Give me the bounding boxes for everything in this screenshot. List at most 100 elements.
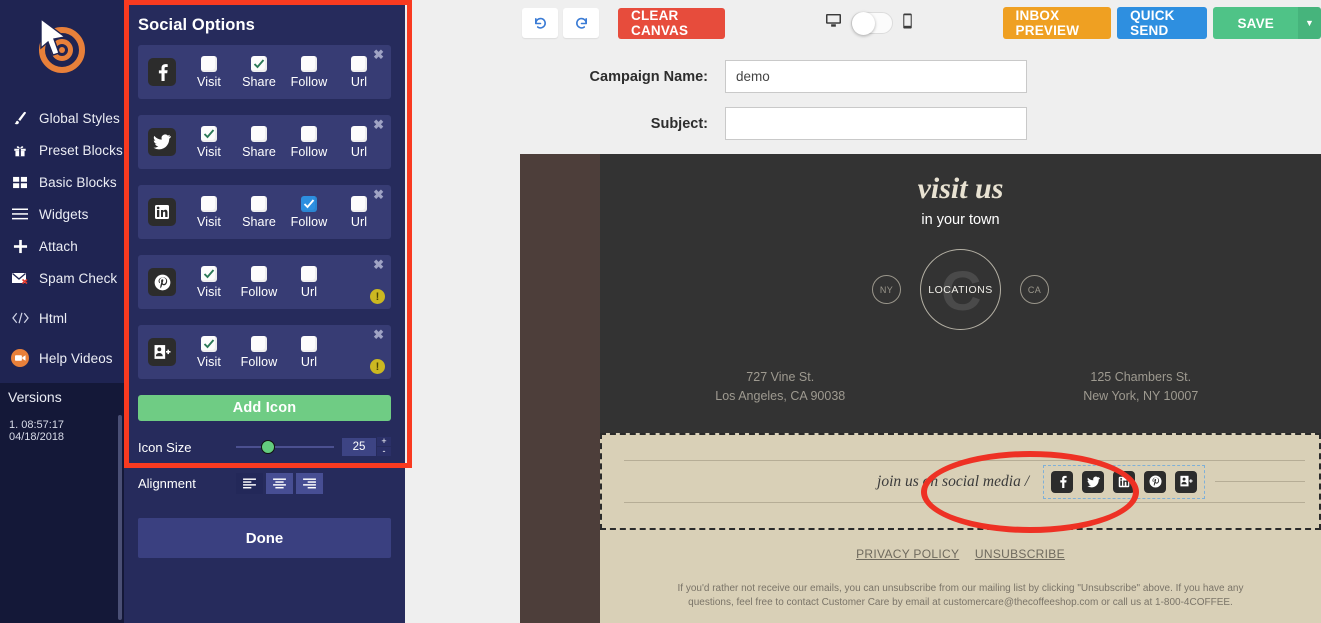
linkedin-icon[interactable]	[1113, 470, 1135, 493]
twitter-icon[interactable]	[1082, 470, 1104, 493]
done-button[interactable]: Done	[138, 518, 391, 558]
option-follow[interactable]: Follow	[234, 335, 284, 369]
warning-icon[interactable]: !	[370, 359, 385, 374]
sidebar-item-label: Preset Blocks	[39, 142, 123, 158]
align-center-button[interactable]	[266, 473, 293, 494]
checkbox-share[interactable]	[251, 195, 267, 212]
close-icon[interactable]: ✖	[373, 48, 384, 61]
googleplus-icon[interactable]	[148, 338, 176, 366]
add-icon-button[interactable]: Add Icon	[138, 395, 391, 421]
alignment-label: Alignment	[138, 476, 196, 491]
googleplus-icon[interactable]	[1175, 470, 1197, 493]
sidebar-item-help-videos[interactable]: Help Videos	[0, 342, 124, 374]
sidebar-item-widgets[interactable]: Widgets	[0, 198, 124, 230]
close-icon[interactable]: ✖	[373, 118, 384, 131]
sidebar-item-attach[interactable]: Attach	[0, 230, 124, 262]
icon-size-slider[interactable]	[236, 440, 334, 454]
option-visit[interactable]: Visit	[184, 195, 234, 229]
checkbox-visit[interactable]	[201, 265, 217, 282]
facebook-icon[interactable]	[148, 58, 176, 86]
checkbox-visit[interactable]	[201, 195, 217, 212]
subject-input[interactable]	[725, 107, 1027, 140]
icon-size-value[interactable]: 25	[342, 438, 376, 456]
checkbox-visit[interactable]	[201, 335, 217, 352]
linkedin-icon[interactable]	[148, 198, 176, 226]
sidebar-item-spam-check[interactable]: Spam Check	[0, 262, 124, 294]
privacy-policy-link[interactable]: PRIVACY POLICY	[856, 547, 959, 561]
inbox-preview-button[interactable]: INBOX PREVIEW	[1002, 7, 1112, 39]
checkbox-url[interactable]	[351, 55, 367, 72]
checkbox-url[interactable]	[301, 265, 317, 282]
sidebar-item-label: Basic Blocks	[39, 174, 117, 190]
location-badge-ny[interactable]: NY	[872, 275, 901, 304]
twitter-icon[interactable]	[148, 128, 176, 156]
increment-button[interactable]: +	[377, 437, 391, 446]
close-icon[interactable]: ✖	[373, 328, 384, 341]
undo-button[interactable]	[522, 8, 558, 38]
chevron-down-icon[interactable]: ▼	[1298, 7, 1321, 39]
checkbox-visit[interactable]	[201, 125, 217, 142]
checkbox-follow[interactable]	[251, 265, 267, 282]
pinterest-icon[interactable]	[1144, 470, 1166, 493]
close-icon[interactable]: ✖	[373, 258, 384, 271]
toggle-knob[interactable]	[851, 12, 875, 35]
option-visit[interactable]: Visit	[184, 335, 234, 369]
social-icons-widget[interactable]	[1043, 464, 1205, 499]
option-url[interactable]: Url	[284, 265, 334, 299]
decrement-button[interactable]: -	[377, 447, 391, 456]
option-label: Visit	[197, 354, 221, 369]
checkbox-follow[interactable]	[251, 335, 267, 352]
pinterest-icon[interactable]	[148, 268, 176, 296]
option-visit[interactable]: Visit	[184, 125, 234, 159]
facebook-icon[interactable]	[1051, 470, 1073, 493]
option-share[interactable]: Share	[234, 55, 284, 89]
option-url[interactable]: Url	[284, 335, 334, 369]
location-badge-ca[interactable]: CA	[1020, 275, 1049, 304]
option-share[interactable]: Share	[234, 125, 284, 159]
checkbox-follow[interactable]	[301, 55, 317, 72]
sidebar-item-html[interactable]: Html	[0, 302, 124, 334]
option-follow[interactable]: Follow	[284, 125, 334, 159]
redo-button[interactable]	[563, 8, 599, 38]
version-item[interactable]: 1. 08:57:17 04/18/2018	[0, 417, 124, 445]
social-footer-block[interactable]: join us on social media /	[600, 433, 1321, 530]
app-logo[interactable]	[0, 0, 124, 100]
sidebar-item-global-styles[interactable]: Global Styles	[0, 102, 124, 134]
sidebar-item-preset-blocks[interactable]: Preset Blocks	[0, 134, 124, 166]
option-share[interactable]: Share	[234, 195, 284, 229]
desktop-icon[interactable]	[825, 13, 842, 33]
unsubscribe-link[interactable]: UNSUBSCRIBE	[975, 547, 1065, 561]
checkbox-url[interactable]	[351, 125, 367, 142]
option-follow[interactable]: Follow	[234, 265, 284, 299]
clear-canvas-button[interactable]: CLEAR CANVAS	[618, 7, 725, 39]
legal-disclaimer-text: If you'd rather not receive our emails, …	[677, 583, 1244, 608]
option-visit[interactable]: Visit	[184, 265, 234, 299]
checkbox-visit[interactable]	[201, 55, 217, 72]
align-right-button[interactable]	[296, 473, 323, 494]
warning-icon[interactable]: !	[370, 289, 385, 304]
sidebar-item-basic-blocks[interactable]: Basic Blocks	[0, 166, 124, 198]
social-row-pinterest: Visit Follow Url ✖ !	[138, 255, 391, 309]
checkbox-follow[interactable]	[301, 195, 317, 212]
save-button[interactable]: SAVE	[1213, 7, 1298, 39]
locations-circle[interactable]: C LOCATIONS	[920, 249, 1001, 330]
campaign-name-input[interactable]	[725, 60, 1027, 93]
checkbox-share[interactable]	[251, 125, 267, 142]
align-left-icon	[243, 478, 256, 489]
quick-send-button[interactable]: QUICK SEND	[1117, 7, 1208, 39]
mobile-icon[interactable]	[902, 12, 913, 34]
align-left-button[interactable]	[236, 473, 263, 494]
versions-scrollbar[interactable]	[118, 415, 122, 620]
slider-knob[interactable]	[261, 440, 276, 454]
checkbox-follow[interactable]	[301, 125, 317, 142]
social-options-panel: Social Options Visit Share Follow Url ✖ …	[124, 0, 412, 623]
option-follow[interactable]: Follow	[284, 55, 334, 89]
close-icon[interactable]: ✖	[373, 188, 384, 201]
target-cursor-logo	[31, 17, 93, 81]
checkbox-share[interactable]	[251, 55, 267, 72]
option-visit[interactable]: Visit	[184, 55, 234, 89]
option-follow[interactable]: Follow	[284, 195, 334, 229]
checkbox-url[interactable]	[351, 195, 367, 212]
checkbox-url[interactable]	[301, 335, 317, 352]
device-toggle[interactable]	[850, 12, 893, 35]
